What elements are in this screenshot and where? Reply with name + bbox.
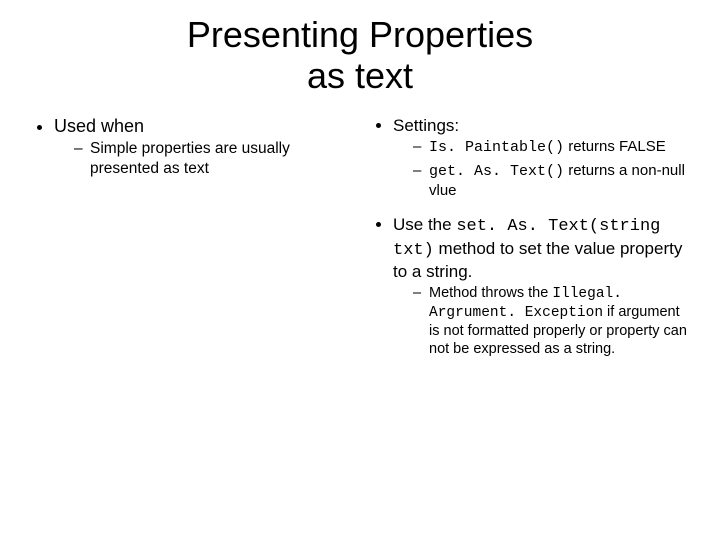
setastext-subitem-throws: Method throws the Illegal. Argrument. Ex… <box>413 284 690 359</box>
title-line-1: Presenting Properties <box>187 14 533 55</box>
right-item-setastext: Use the set. As. Text(string txt) method… <box>393 214 690 358</box>
right-item-settings-label: Settings: <box>393 116 459 135</box>
right-column: Settings: Is. Paintable() returns FALSE … <box>369 115 690 369</box>
right-item-settings: Settings: Is. Paintable() returns FALSE … <box>393 115 690 201</box>
settings-sublist: Is. Paintable() returns FALSE get. As. T… <box>393 138 690 200</box>
left-subitem-text: Simple properties are usually presented … <box>90 140 290 176</box>
settings-subitem-getastext: get. As. Text() returns a non-null vlue <box>413 162 690 201</box>
text-use-the: Use the <box>393 215 456 234</box>
setastext-sublist: Method throws the Illegal. Argrument. Ex… <box>393 284 690 359</box>
code-getastext: get. As. Text() <box>429 163 564 180</box>
code-ispaintable: Is. Paintable() <box>429 139 564 156</box>
title-line-2: as text <box>307 55 413 96</box>
left-item-text: Used when <box>54 116 144 136</box>
left-sublist: Simple properties are usually presented … <box>54 139 351 178</box>
left-list: Used when Simple properties are usually … <box>30 115 351 178</box>
columns: Used when Simple properties are usually … <box>30 115 690 369</box>
left-column: Used when Simple properties are usually … <box>30 115 351 369</box>
right-list: Settings: Is. Paintable() returns FALSE … <box>369 115 690 359</box>
text-method-throws: Method throws the <box>429 285 552 301</box>
left-item-used-when: Used when Simple properties are usually … <box>54 115 351 178</box>
text-ispaintable-rest: returns FALSE <box>564 138 666 155</box>
slide-title: Presenting Properties as text <box>30 14 690 97</box>
slide: Presenting Properties as text Used when … <box>0 0 720 540</box>
settings-subitem-ispaintable: Is. Paintable() returns FALSE <box>413 138 690 158</box>
text-setastext-post: method to set the value property to a st… <box>393 239 682 281</box>
left-subitem-simple-properties: Simple properties are usually presented … <box>74 139 351 178</box>
